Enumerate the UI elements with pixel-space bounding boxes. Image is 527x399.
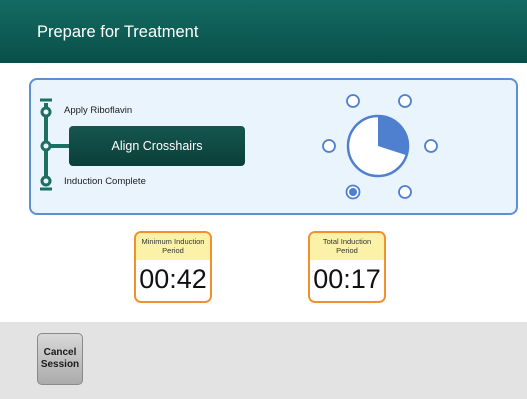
step-label-induction-complete: Induction Complete [64, 176, 146, 187]
step-node-apply-riboflavin [40, 106, 52, 118]
minimum-induction-timer: Minimum Induction Period 00:42 [134, 231, 212, 303]
induction-progress-pie [346, 114, 410, 178]
minimum-induction-label: Minimum Induction Period [136, 233, 210, 260]
cancel-session-label-line1: Cancel [43, 347, 77, 358]
minimum-induction-value: 00:42 [139, 264, 207, 294]
position-indicator-top-left [346, 94, 360, 108]
position-indicator-bottom-left-selected [345, 184, 361, 200]
step-label-apply-riboflavin: Apply Riboflavin [64, 105, 133, 116]
minimum-induction-label-line1: Minimum Induction [141, 237, 205, 246]
total-induction-value: 00:17 [313, 264, 381, 294]
position-indicator-left [322, 139, 336, 153]
position-indicator-right [424, 139, 438, 153]
total-induction-label-line1: Total Induction [322, 237, 372, 246]
total-induction-label: Total Induction Period [310, 233, 384, 260]
position-indicator-top-right [398, 94, 412, 108]
minimum-induction-label-line2: Period [162, 246, 184, 255]
position-indicator-bottom-right [398, 185, 412, 199]
total-induction-label-line2: Period [336, 246, 358, 255]
cancel-session-label-line2: Session [40, 359, 80, 370]
align-crosshairs-button[interactable]: Align Crosshairs [69, 126, 245, 166]
total-induction-timer: Total Induction Period 00:17 [308, 231, 386, 303]
step-node-induction-complete [40, 175, 52, 187]
cancel-session-button[interactable]: Cancel Session [37, 333, 83, 385]
step-node-align-crosshairs [40, 140, 52, 152]
